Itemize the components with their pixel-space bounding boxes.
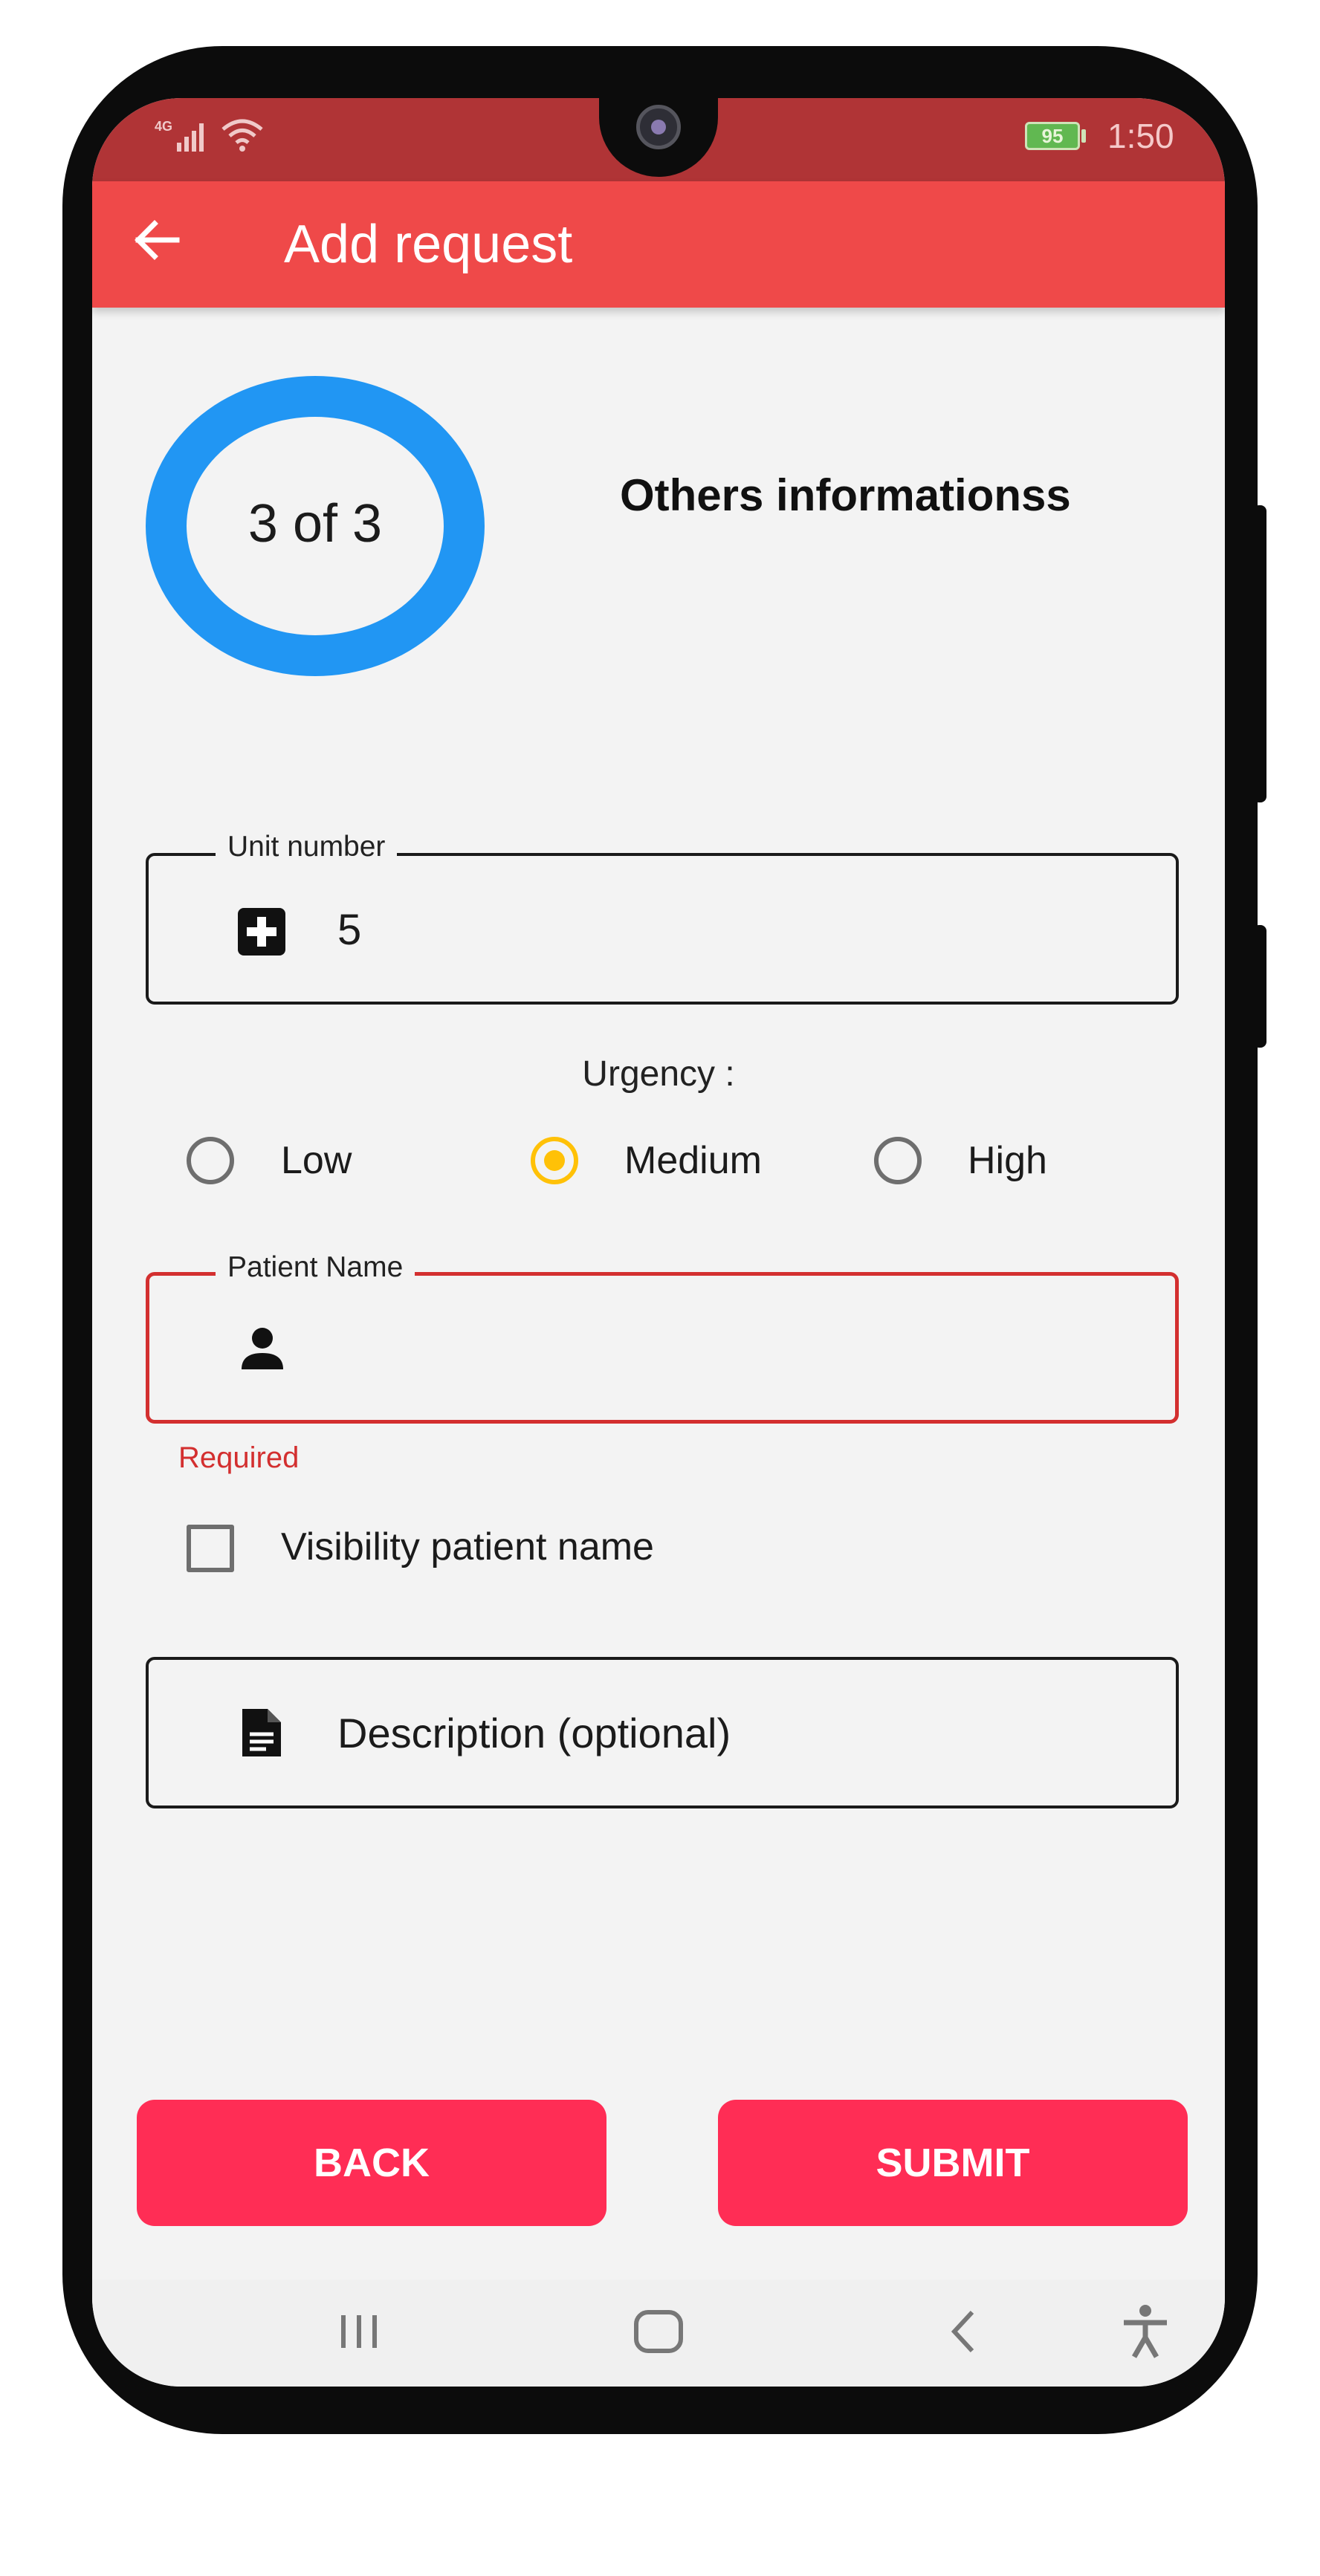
app-bar: Add request (92, 181, 1225, 308)
unit-number-value[interactable]: 5 (337, 905, 361, 955)
network-type-label: 4G (155, 119, 173, 134)
power-button (1253, 925, 1266, 1048)
front-camera (636, 105, 681, 149)
screen: 4G 95 1:50 Add request 3 of 3 Others inf… (92, 98, 1225, 2387)
system-nav-bar (92, 2280, 1225, 2387)
battery-icon: 95 (1025, 122, 1080, 150)
patient-name-label: Patient Name (216, 1251, 415, 1284)
person-icon (242, 1328, 283, 1369)
step-indicator: 3 of 3 (248, 494, 383, 554)
medical-plus-icon (238, 908, 285, 956)
patient-name-field[interactable] (146, 1272, 1179, 1424)
unit-number-label: Unit number (216, 831, 398, 863)
description-placeholder[interactable]: Description (optional) (337, 1709, 731, 1757)
status-time: 1:50 (1107, 117, 1174, 155)
arrow-back-icon[interactable] (131, 218, 183, 262)
urgency-low-label[interactable]: Low (281, 1138, 352, 1183)
urgency-radio-medium[interactable] (531, 1137, 578, 1184)
signal-icon (177, 123, 204, 152)
submit-button[interactable]: SUBMIT (718, 2100, 1188, 2226)
urgency-label: Urgency : (582, 1054, 735, 1094)
battery-level: 95 (1041, 125, 1064, 147)
urgency-radio-low[interactable] (187, 1137, 234, 1184)
unit-number-field[interactable]: 5 (146, 853, 1179, 1005)
visibility-checkbox-label[interactable]: Visibility patient name (281, 1525, 654, 1569)
urgency-radio-high[interactable] (874, 1137, 922, 1184)
urgency-medium-label[interactable]: Medium (624, 1138, 762, 1183)
visibility-checkbox[interactable] (187, 1525, 234, 1572)
page-title: Add request (284, 215, 573, 274)
document-icon (242, 1709, 281, 1756)
recent-apps-icon[interactable] (333, 2302, 385, 2361)
battery-cap (1081, 129, 1086, 143)
back-icon[interactable] (941, 2302, 986, 2361)
home-icon[interactable] (630, 2302, 687, 2361)
wifi-icon (221, 119, 263, 152)
volume-button (1253, 505, 1266, 802)
accessibility-icon[interactable] (1119, 2302, 1171, 2361)
status-bar: 4G 95 1:50 (92, 98, 1225, 181)
patient-name-error: Required (178, 1441, 300, 1474)
section-title: Others informationss (620, 470, 1071, 520)
back-button[interactable]: BACK (137, 2100, 606, 2226)
description-field[interactable]: Description (optional) (146, 1657, 1179, 1808)
urgency-high-label[interactable]: High (968, 1138, 1047, 1183)
